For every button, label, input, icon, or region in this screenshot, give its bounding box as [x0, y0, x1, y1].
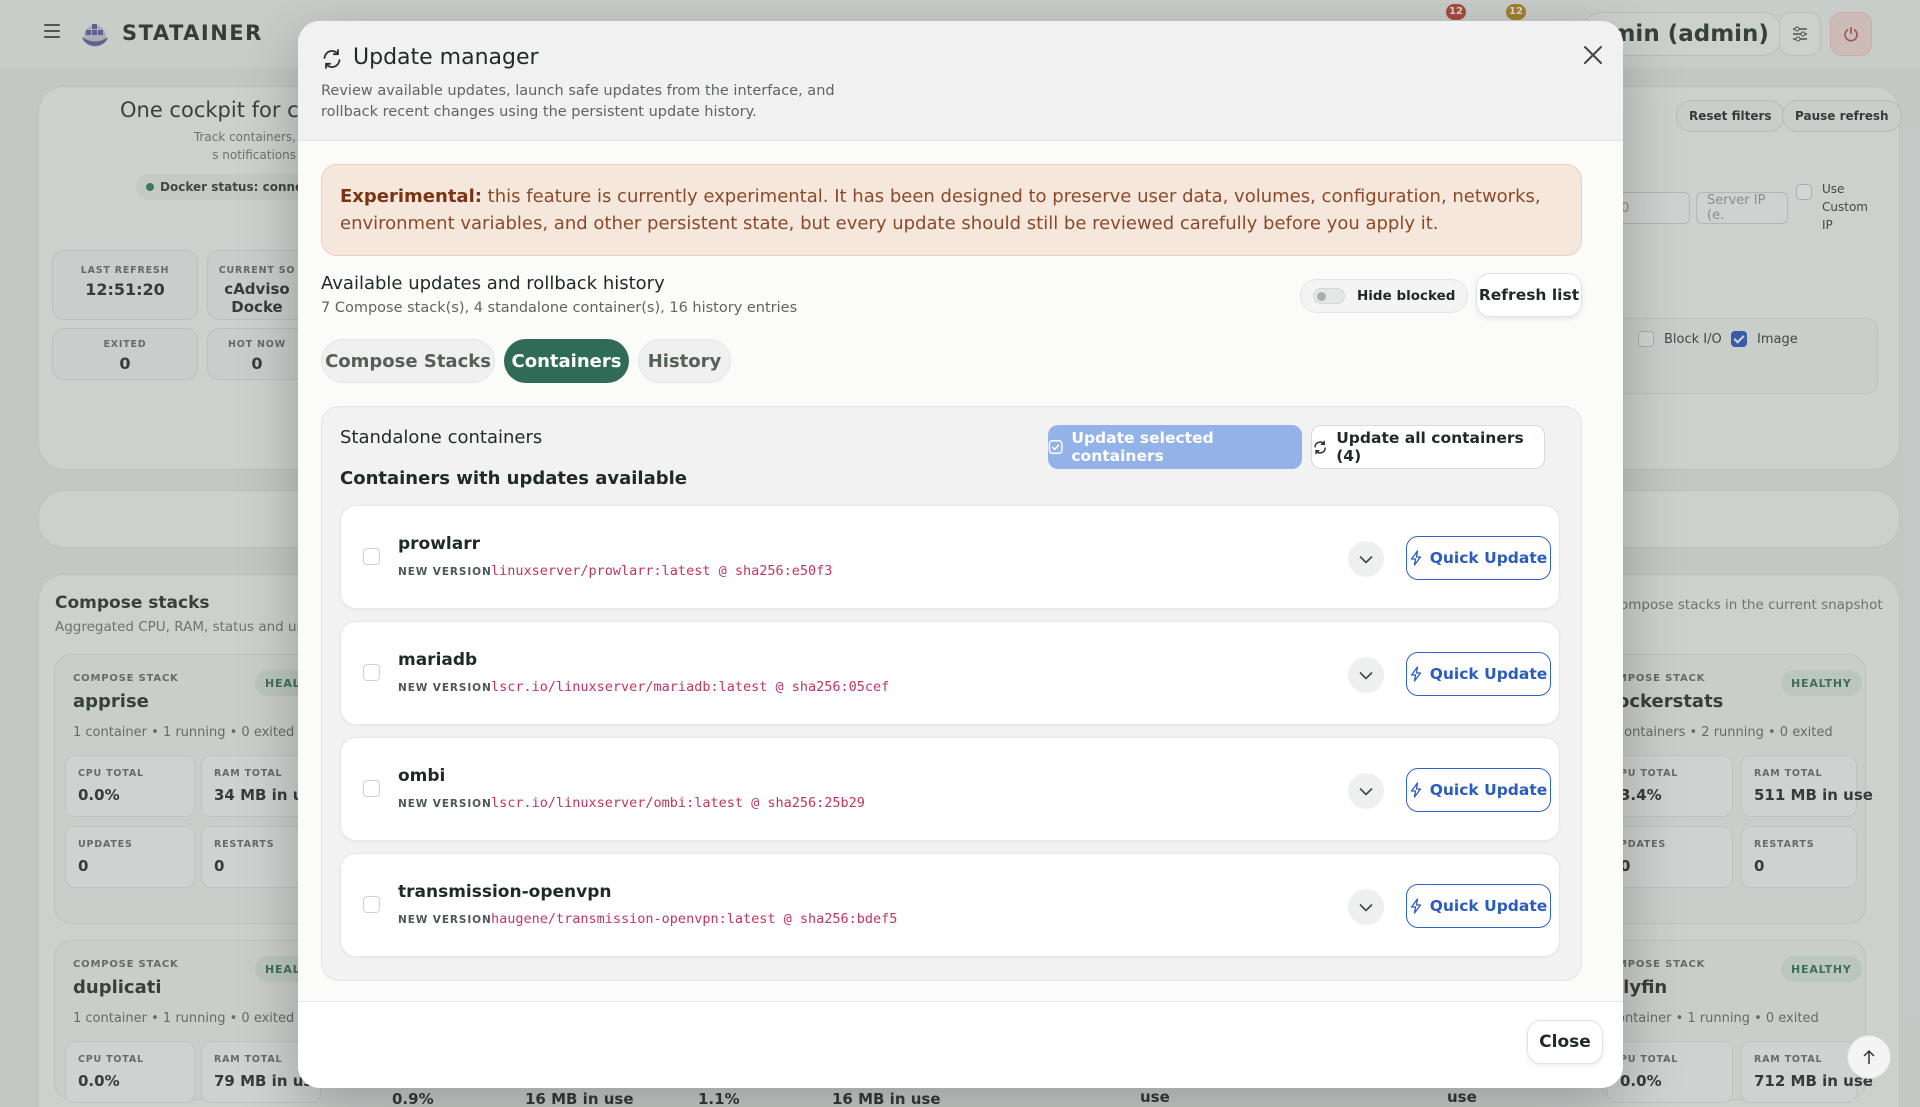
chevron-down-icon [1359, 787, 1373, 796]
container-row-prowlarr: prowlarr NEW VERSION linuxserver/prowlar… [340, 505, 1560, 609]
toggle-switch[interactable] [1313, 288, 1345, 304]
container-image: linuxserver/prowlarr:latest @ sha256:e50… [491, 563, 833, 579]
modal-header: Update manager Review available updates,… [298, 21, 1623, 141]
expand-button[interactable] [1348, 657, 1384, 693]
scroll-to-top-button[interactable] [1847, 1035, 1891, 1079]
checkbox-icon [1048, 440, 1063, 454]
close-icon[interactable] [1575, 37, 1611, 73]
chevron-down-icon [1359, 671, 1373, 680]
quick-update-button[interactable]: Quick Update [1406, 536, 1551, 580]
container-name: prowlarr [398, 534, 481, 554]
container-image: lscr.io/linuxserver/mariadb:latest @ sha… [491, 679, 890, 695]
lightning-icon [1410, 782, 1421, 798]
tab-history[interactable]: History [638, 339, 731, 383]
quick-update-button[interactable]: Quick Update [1406, 884, 1551, 928]
expand-button[interactable] [1348, 541, 1384, 577]
hide-blocked-toggle[interactable]: Hide blocked [1300, 279, 1469, 313]
lightning-icon [1410, 550, 1421, 566]
container-name: transmission-openvpn [398, 882, 612, 902]
arrow-up-icon [1863, 1049, 1875, 1064]
chevron-down-icon [1359, 903, 1373, 912]
standalone-containers-panel: Standalone containers Containers with up… [321, 406, 1582, 981]
container-row-transmission-openvpn: transmission-openvpn NEW VERSION haugene… [340, 853, 1560, 957]
select-checkbox[interactable] [363, 780, 380, 797]
modal-title: Update manager [353, 45, 539, 70]
modal-footer: Close [298, 1001, 1623, 1088]
new-version-label: NEW VERSION [398, 798, 492, 810]
update-all-button[interactable]: Update all containers (4) [1311, 425, 1545, 469]
refresh-icon [323, 49, 341, 69]
new-version-label: NEW VERSION [398, 566, 492, 578]
section-summary: 7 Compose stack(s), 4 standalone contain… [321, 300, 798, 316]
select-checkbox[interactable] [363, 664, 380, 681]
expand-button[interactable] [1348, 889, 1384, 925]
new-version-label: NEW VERSION [398, 914, 492, 926]
tab-containers[interactable]: Containers [504, 339, 629, 383]
refresh-icon [1314, 440, 1326, 454]
close-button[interactable]: Close [1527, 1020, 1603, 1064]
update-manager-modal: Update manager Review available updates,… [298, 21, 1623, 1088]
lightning-icon [1410, 898, 1421, 914]
container-image: haugene/transmission-openvpn:latest @ sh… [491, 911, 898, 927]
refresh-list-button[interactable]: Refresh list [1476, 273, 1582, 317]
quick-update-button[interactable]: Quick Update [1406, 652, 1551, 696]
panel-subtitle: Containers with updates available [340, 468, 687, 489]
chevron-down-icon [1359, 555, 1373, 564]
modal-description: Review available updates, launch safe up… [321, 83, 835, 120]
container-image: lscr.io/linuxserver/ombi:latest @ sha256… [491, 795, 865, 811]
quick-update-button[interactable]: Quick Update [1406, 768, 1551, 812]
select-checkbox[interactable] [363, 548, 380, 565]
new-version-label: NEW VERSION [398, 682, 492, 694]
container-name: mariadb [398, 650, 478, 670]
lightning-icon [1410, 666, 1421, 682]
experimental-warning: Experimental: this feature is currently … [321, 164, 1582, 256]
update-selected-button[interactable]: Update selected containers [1048, 425, 1302, 469]
panel-title: Standalone containers [340, 427, 543, 448]
container-name: ombi [398, 766, 446, 786]
container-row-mariadb: mariadb NEW VERSION lscr.io/linuxserver/… [340, 621, 1560, 725]
section-title: Available updates and rollback history [321, 273, 665, 294]
select-checkbox[interactable] [363, 896, 380, 913]
expand-button[interactable] [1348, 773, 1384, 809]
container-row-ombi: ombi NEW VERSION lscr.io/linuxserver/omb… [340, 737, 1560, 841]
tab-compose-stacks[interactable]: Compose Stacks [321, 339, 495, 383]
